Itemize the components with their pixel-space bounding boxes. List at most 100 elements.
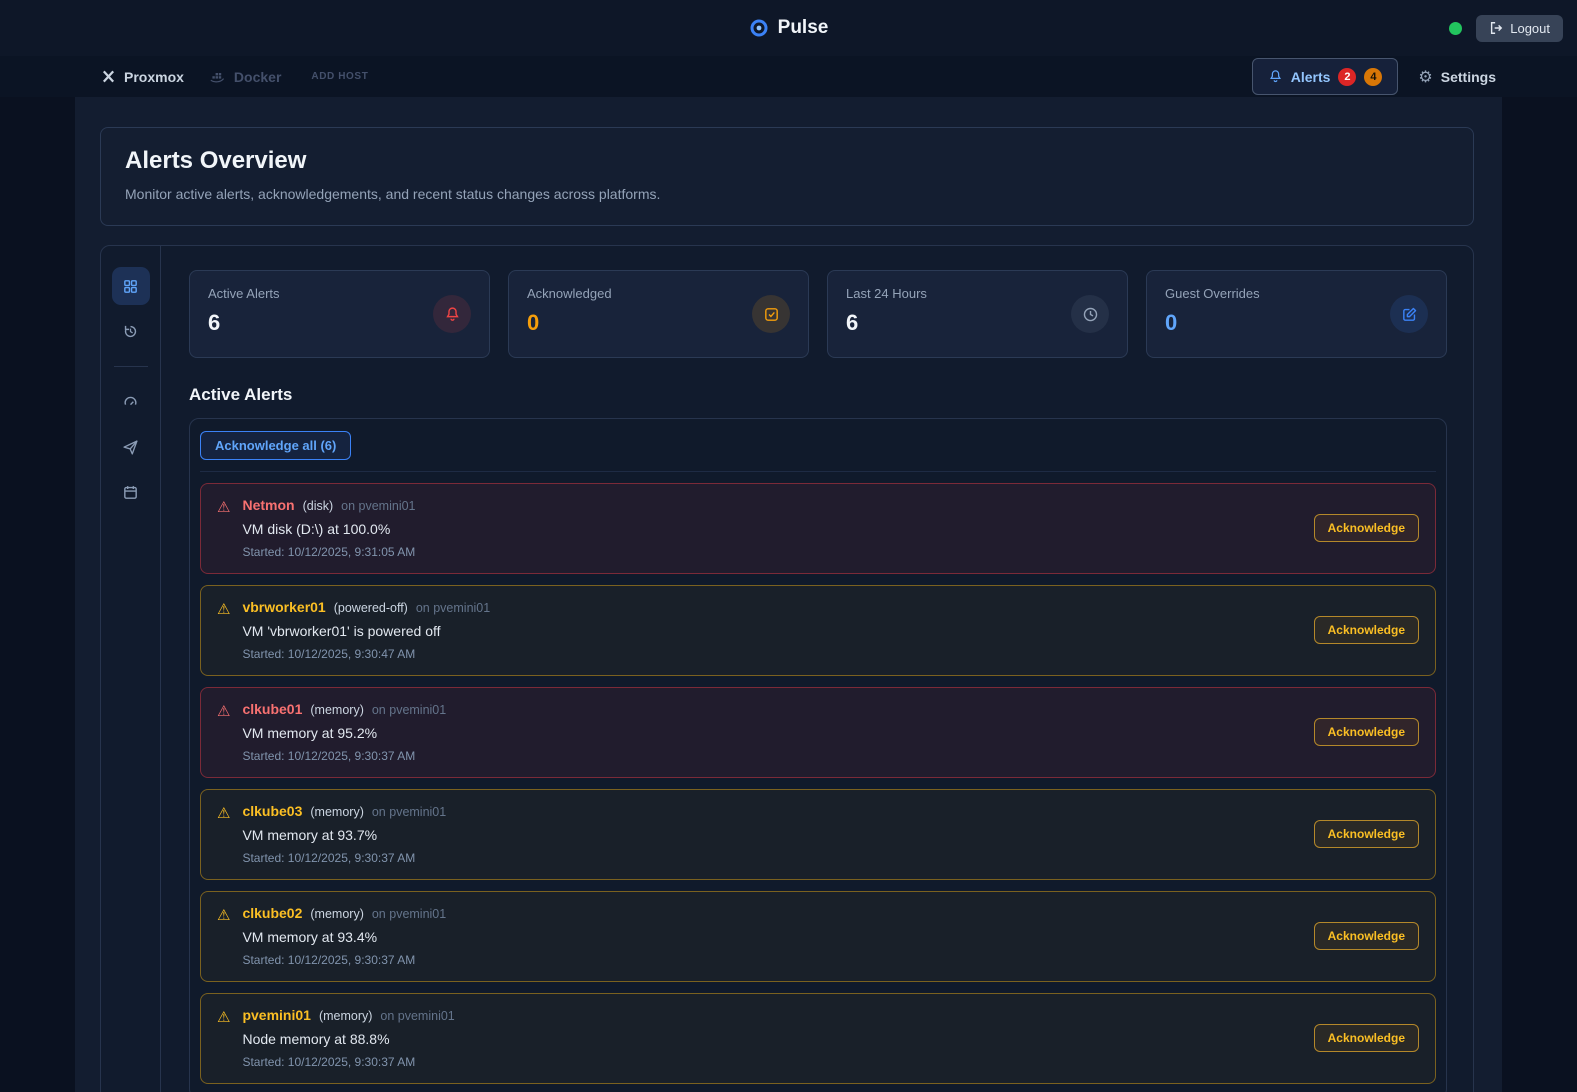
tab-alerts-label: Alerts — [1291, 69, 1331, 85]
alert-title-line: clkube01 (memory) on pvemini01 — [242, 701, 1313, 717]
alert-started: Started: 10/12/2025, 9:30:37 AM — [242, 749, 1313, 763]
alert-host: on pvemini01 — [372, 805, 446, 819]
tab-alerts[interactable]: Alerts 2 4 — [1252, 58, 1399, 95]
alert-message: VM memory at 95.2% — [242, 725, 1313, 741]
bell-icon — [1268, 69, 1283, 84]
alert-title-line: vbrworker01 (powered-off) on pvemini01 — [242, 599, 1313, 615]
acknowledge-button[interactable]: Acknowledge — [1314, 820, 1419, 848]
alert-row: ⚠ clkube01 (memory) on pvemini01 VM memo… — [200, 687, 1436, 778]
alert-started: Started: 10/12/2025, 9:30:47 AM — [242, 647, 1313, 661]
logout-icon — [1489, 21, 1503, 35]
check-square-icon — [752, 295, 790, 333]
gauge-icon — [122, 394, 139, 411]
alert-started: Started: 10/12/2025, 9:31:05 AM — [242, 545, 1313, 559]
connection-status-dot — [1449, 22, 1462, 35]
alert-type: (memory) — [319, 1009, 372, 1023]
acknowledge-all-button[interactable]: Acknowledge all (6) — [200, 431, 351, 460]
rail-dashboard-button[interactable] — [112, 267, 150, 305]
alerts-warning-badge: 4 — [1364, 68, 1382, 86]
stat-card-last-24-hours: Last 24 Hours 6 — [827, 270, 1128, 358]
alerts-panel: Acknowledge all (6) ⚠ Netmon (disk) on p… — [189, 418, 1447, 1092]
stat-label: Last 24 Hours — [846, 286, 927, 301]
alert-type: (disk) — [303, 499, 334, 513]
alert-type: (memory) — [310, 907, 363, 921]
acknowledge-button[interactable]: Acknowledge — [1314, 718, 1419, 746]
alert-text: Netmon (disk) on pvemini01 VM disk (D:\)… — [242, 497, 1313, 559]
alert-guest-name: Netmon — [242, 497, 294, 513]
page-title: Alerts Overview — [125, 147, 1449, 175]
warning-icon: ⚠ — [217, 1007, 230, 1029]
warning-icon: ⚠ — [217, 497, 230, 519]
dashboard-grid-icon — [122, 278, 139, 295]
alerts-section: Active Alerts 6 Acknowledged 0 — [100, 245, 1474, 1092]
alert-guest-name: pvemini01 — [242, 1007, 310, 1023]
alert-guest-name: vbrworker01 — [242, 599, 325, 615]
tab-docker-label: Docker — [234, 69, 281, 85]
tab-proxmox[interactable]: Proxmox — [88, 56, 197, 97]
alert-host: on pvemini01 — [380, 1009, 454, 1023]
rail-calendar-button[interactable] — [112, 473, 150, 511]
app-logo: Pulse — [749, 17, 829, 39]
alert-type: (memory) — [310, 805, 363, 819]
acknowledge-button[interactable]: Acknowledge — [1314, 616, 1419, 644]
bell-icon — [433, 295, 471, 333]
stat-label: Acknowledged — [527, 286, 612, 301]
stat-value: 0 — [527, 310, 612, 336]
gear-icon: ⚙ — [1418, 67, 1432, 87]
stat-card-active-alerts: Active Alerts 6 — [189, 270, 490, 358]
alert-text: pvemini01 (memory) on pvemini01 Node mem… — [242, 1007, 1313, 1069]
stat-value: 6 — [846, 310, 927, 336]
warning-icon: ⚠ — [217, 905, 230, 927]
icon-rail — [101, 246, 161, 1092]
alert-type: (powered-off) — [334, 601, 408, 615]
rail-history-button[interactable] — [112, 312, 150, 350]
acknowledge-button[interactable]: Acknowledge — [1314, 922, 1419, 950]
alert-row: ⚠ Netmon (disk) on pvemini01 VM disk (D:… — [200, 483, 1436, 574]
alert-message: VM memory at 93.4% — [242, 929, 1313, 945]
alert-message: VM disk (D:\) at 100.0% — [242, 521, 1313, 537]
alert-row: ⚠ clkube02 (memory) on pvemini01 VM memo… — [200, 891, 1436, 982]
tab-settings[interactable]: ⚙ Settings — [1398, 56, 1502, 97]
alerts-main-column: Active Alerts 6 Acknowledged 0 — [161, 246, 1473, 1092]
alert-title-line: clkube02 (memory) on pvemini01 — [242, 905, 1313, 921]
stat-value: 6 — [208, 310, 280, 336]
page-subtitle: Monitor active alerts, acknowledgements,… — [125, 186, 1449, 202]
alert-title-line: Netmon (disk) on pvemini01 — [242, 497, 1313, 513]
rail-send-button[interactable] — [112, 428, 150, 466]
acknowledge-button[interactable]: Acknowledge — [1314, 1024, 1419, 1052]
warning-icon: ⚠ — [217, 701, 230, 723]
send-icon — [122, 439, 139, 456]
alert-message: VM 'vbrworker01' is powered off — [242, 623, 1313, 639]
stat-label: Active Alerts — [208, 286, 280, 301]
add-host-button[interactable]: ADD HOST — [298, 71, 380, 82]
acknowledge-button[interactable]: Acknowledge — [1314, 514, 1419, 542]
alert-text: clkube02 (memory) on pvemini01 VM memory… — [242, 905, 1313, 967]
alert-guest-name: clkube03 — [242, 803, 302, 819]
logout-label: Logout — [1510, 21, 1550, 36]
stat-label: Guest Overrides — [1165, 286, 1260, 301]
alert-message: VM memory at 93.7% — [242, 827, 1313, 843]
alerts-overview-card: Alerts Overview Monitor active alerts, a… — [100, 127, 1474, 226]
stat-card-guest-overrides: Guest Overrides 0 — [1146, 270, 1447, 358]
logout-button[interactable]: Logout — [1476, 15, 1563, 42]
app-title: Pulse — [778, 17, 829, 39]
rail-gauge-button[interactable] — [112, 383, 150, 421]
alert-host: on pvemini01 — [372, 907, 446, 921]
rail-divider — [114, 366, 148, 367]
tab-settings-label: Settings — [1441, 69, 1496, 85]
alert-text: clkube01 (memory) on pvemini01 VM memory… — [242, 701, 1313, 763]
alert-started: Started: 10/12/2025, 9:30:37 AM — [242, 1055, 1313, 1069]
alert-row: ⚠ vbrworker01 (powered-off) on pvemini01… — [200, 585, 1436, 676]
alerts-toolbar: Acknowledge all (6) — [200, 430, 1436, 472]
alert-guest-name: clkube02 — [242, 905, 302, 921]
alert-host: on pvemini01 — [372, 703, 446, 717]
warning-icon: ⚠ — [217, 803, 230, 825]
clock-icon — [1071, 295, 1109, 333]
alert-row: ⚠ pvemini01 (memory) on pvemini01 Node m… — [200, 993, 1436, 1084]
alert-title-line: pvemini01 (memory) on pvemini01 — [242, 1007, 1313, 1023]
tab-docker[interactable]: Docker — [197, 56, 294, 97]
stat-value: 0 — [1165, 310, 1260, 336]
calendar-icon — [122, 484, 139, 501]
main-content: Alerts Overview Monitor active alerts, a… — [75, 97, 1502, 1092]
tab-proxmox-label: Proxmox — [124, 69, 184, 85]
